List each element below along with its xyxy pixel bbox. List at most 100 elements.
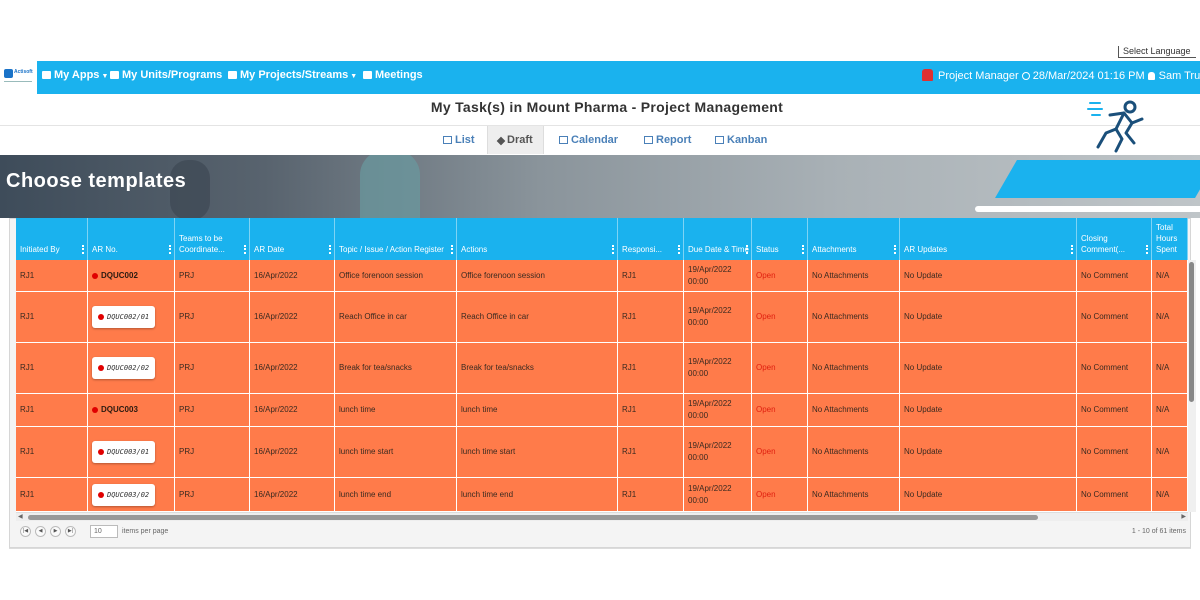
table-row[interactable]: RJ1 DQUC003/01 PRJ 16/Apr/2022 lunch time st… — [16, 427, 1188, 478]
table-row[interactable]: RJ1 DQUC003/02 PRJ 16/Apr/2022 lunch time en… — [16, 478, 1188, 512]
cell-updates: No Update — [900, 292, 1077, 342]
cell-due: 19/Apr/2022 00:00 — [684, 343, 752, 393]
column-header[interactable]: Topic / Issue / Action Register — [335, 218, 457, 260]
table-row[interactable]: RJ1 DQUC002 PRJ 16/Apr/2022 Office forenoon … — [16, 260, 1188, 292]
column-header[interactable]: Due Date & Time — [684, 218, 752, 260]
cell-text: No Update — [904, 363, 943, 372]
cell-text: lunch time — [461, 405, 498, 414]
table-row[interactable]: RJ1 DQUC002/02 PRJ 16/Apr/2022 Break for tea… — [16, 343, 1188, 394]
column-header[interactable]: Total Hours Spent — [1152, 218, 1188, 260]
column-header[interactable]: Actions — [457, 218, 618, 260]
column-menu-icon[interactable] — [678, 245, 680, 254]
cell-ar-date: 16/Apr/2022 — [250, 292, 335, 342]
cell-ar-no[interactable]: DQUC003/01 — [88, 427, 175, 477]
vertical-scrollbar[interactable] — [1188, 260, 1196, 512]
ar-number-chip[interactable]: DQUC003/02 — [92, 483, 156, 506]
cell-updates: No Update — [900, 343, 1077, 393]
column-header[interactable]: Attachments — [808, 218, 900, 260]
column-header[interactable]: Teams to be Coordinate... — [175, 218, 250, 260]
nav-my-units[interactable]: My Units/Programs — [110, 69, 222, 81]
ar-number[interactable]: DQUC003 — [101, 404, 138, 416]
column-menu-icon[interactable] — [244, 245, 246, 254]
app-logo[interactable]: Actisoft — [0, 61, 37, 94]
cell-due: 19/Apr/2022 00:00 — [684, 478, 752, 511]
cell-text: No Attachments — [812, 363, 869, 372]
column-menu-icon[interactable] — [746, 245, 748, 254]
column-menu-icon[interactable] — [451, 245, 453, 254]
logo-underline — [4, 81, 32, 82]
cell-text: 16/Apr/2022 — [254, 447, 298, 456]
cell-ar-date: 16/Apr/2022 — [250, 394, 335, 426]
table-row[interactable]: RJ1 DQUC002/01 PRJ 16/Apr/2022 Reach Office … — [16, 292, 1188, 343]
chart-icon — [715, 136, 724, 144]
cell-resp: RJ1 — [618, 478, 684, 511]
cell-text: RJ1 — [622, 363, 637, 372]
status-dot-icon — [92, 407, 98, 413]
column-menu-icon[interactable] — [169, 245, 171, 254]
column-menu-icon[interactable] — [329, 245, 331, 254]
cell-attachments: No Attachments — [808, 260, 900, 291]
column-menu-icon[interactable] — [1146, 245, 1148, 254]
tab-kanban[interactable]: Kanban — [705, 126, 777, 154]
language-selector[interactable]: Select Language — [1118, 46, 1196, 58]
first-page-icon[interactable]: |◀ — [20, 526, 31, 537]
horizontal-scroll-thumb[interactable] — [28, 515, 1038, 520]
column-header[interactable]: AR Date — [250, 218, 335, 260]
cell-text: 16/Apr/2022 — [254, 489, 298, 499]
cell-text: RJ1 — [622, 489, 637, 499]
status-dot-icon — [98, 365, 104, 371]
cell-topic: lunch time — [335, 394, 457, 426]
tab-draft-label: Draft — [507, 134, 533, 146]
cell-ar-no[interactable]: DQUC002 — [88, 260, 175, 291]
ar-number[interactable]: DQUC002 — [101, 270, 138, 282]
tab-draft[interactable]: Draft — [487, 126, 544, 154]
cell-closing: No Comment — [1077, 343, 1152, 393]
horizontal-scrollbar[interactable]: ◀ ▶ — [16, 512, 1188, 521]
tab-calendar[interactable]: Calendar — [549, 126, 628, 154]
cell-text: lunch time start — [339, 447, 394, 456]
column-menu-icon[interactable] — [894, 245, 896, 254]
cell-text: No Comment — [1081, 405, 1129, 414]
tab-report[interactable]: Report — [634, 126, 701, 154]
ar-number: DQUC002/02 — [107, 364, 150, 372]
column-header[interactable]: Closing Comment(... — [1077, 218, 1152, 260]
nav-my-projects[interactable]: My Projects/Streams ▼ — [228, 69, 357, 81]
column-menu-icon[interactable] — [82, 245, 84, 254]
column-header[interactable]: AR No. — [88, 218, 175, 260]
cell-ar-no[interactable]: DQUC003 — [88, 394, 175, 426]
cell-ar-no[interactable]: DQUC003/02 — [88, 478, 175, 511]
ar-number-chip[interactable]: DQUC002/02 — [92, 357, 156, 379]
page-size-input[interactable]: 10 — [90, 525, 118, 538]
status-dot-icon — [98, 491, 104, 498]
prev-page-icon[interactable]: ◀ — [35, 526, 46, 537]
cell-attachments: No Attachments — [808, 427, 900, 477]
column-header[interactable]: AR Updates — [900, 218, 1077, 260]
cell-ar-no[interactable]: DQUC002/01 — [88, 292, 175, 342]
column-menu-icon[interactable] — [612, 245, 614, 254]
table-row[interactable]: RJ1 DQUC003 PRJ 16/Apr/2022 lunch time lunch … — [16, 394, 1188, 427]
column-header[interactable]: Status — [752, 218, 808, 260]
role-label[interactable]: Project Manager — [938, 70, 1019, 82]
column-header[interactable]: Initiated By — [16, 218, 88, 260]
tag-icon — [644, 136, 653, 144]
column-header[interactable]: Responsi... — [618, 218, 684, 260]
tab-list[interactable]: List — [433, 126, 485, 154]
nav-my-apps[interactable]: My Apps ▼ — [42, 69, 108, 81]
cell-closing: No Comment — [1077, 394, 1152, 426]
ar-number-chip[interactable]: DQUC003/01 — [92, 441, 156, 463]
last-page-icon[interactable]: ▶| — [65, 526, 76, 537]
next-page-icon[interactable]: ▶ — [50, 526, 61, 537]
column-menu-icon[interactable] — [802, 245, 804, 254]
nav-meetings[interactable]: Meetings — [363, 69, 423, 81]
cell-ar-no[interactable]: DQUC002/02 — [88, 343, 175, 393]
scroll-right-icon[interactable]: ▶ — [1181, 513, 1186, 520]
notification-bell-icon[interactable] — [922, 69, 933, 81]
status-dot-icon — [92, 272, 98, 279]
cell-resp: RJ1 — [618, 343, 684, 393]
ar-number-chip[interactable]: DQUC002/01 — [92, 306, 156, 328]
column-menu-icon[interactable] — [1071, 245, 1073, 254]
scroll-left-icon[interactable]: ◀ — [18, 513, 23, 520]
cell-text: No Update — [904, 489, 943, 499]
vertical-scroll-thumb[interactable] — [1189, 262, 1194, 402]
user-name[interactable]: Sam Tru — [1159, 70, 1200, 82]
